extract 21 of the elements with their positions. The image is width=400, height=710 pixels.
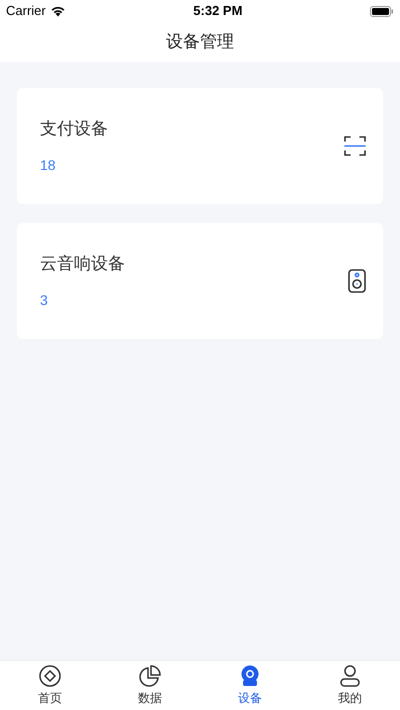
device-card[interactable]: 支付设备 18	[17, 88, 383, 204]
tab-item[interactable]: 设备	[200, 661, 300, 710]
scan-icon	[344, 135, 366, 157]
pie-chart-icon	[139, 664, 161, 686]
page-title: 设备管理	[166, 31, 234, 54]
wifi-icon	[50, 5, 66, 17]
battery-icon	[370, 6, 394, 16]
device-name: 支付设备	[40, 118, 108, 140]
device-name: 云音响设备	[40, 252, 125, 275]
speaker-icon	[348, 269, 366, 293]
status-time: 5:32 PM	[193, 2, 242, 20]
tab-item[interactable]: 数据	[100, 661, 200, 710]
diamond-circle-icon	[39, 664, 61, 686]
device-count: 3	[40, 291, 49, 310]
device-card[interactable]: 云音响设备 3	[17, 223, 383, 339]
tab-item[interactable]: 首页	[0, 661, 100, 710]
tab-item[interactable]: 我的	[300, 661, 400, 710]
person-icon	[340, 664, 360, 686]
device-count: 18	[40, 156, 57, 176]
carrier-label: Carrier	[6, 2, 46, 20]
camera-icon	[240, 664, 260, 686]
